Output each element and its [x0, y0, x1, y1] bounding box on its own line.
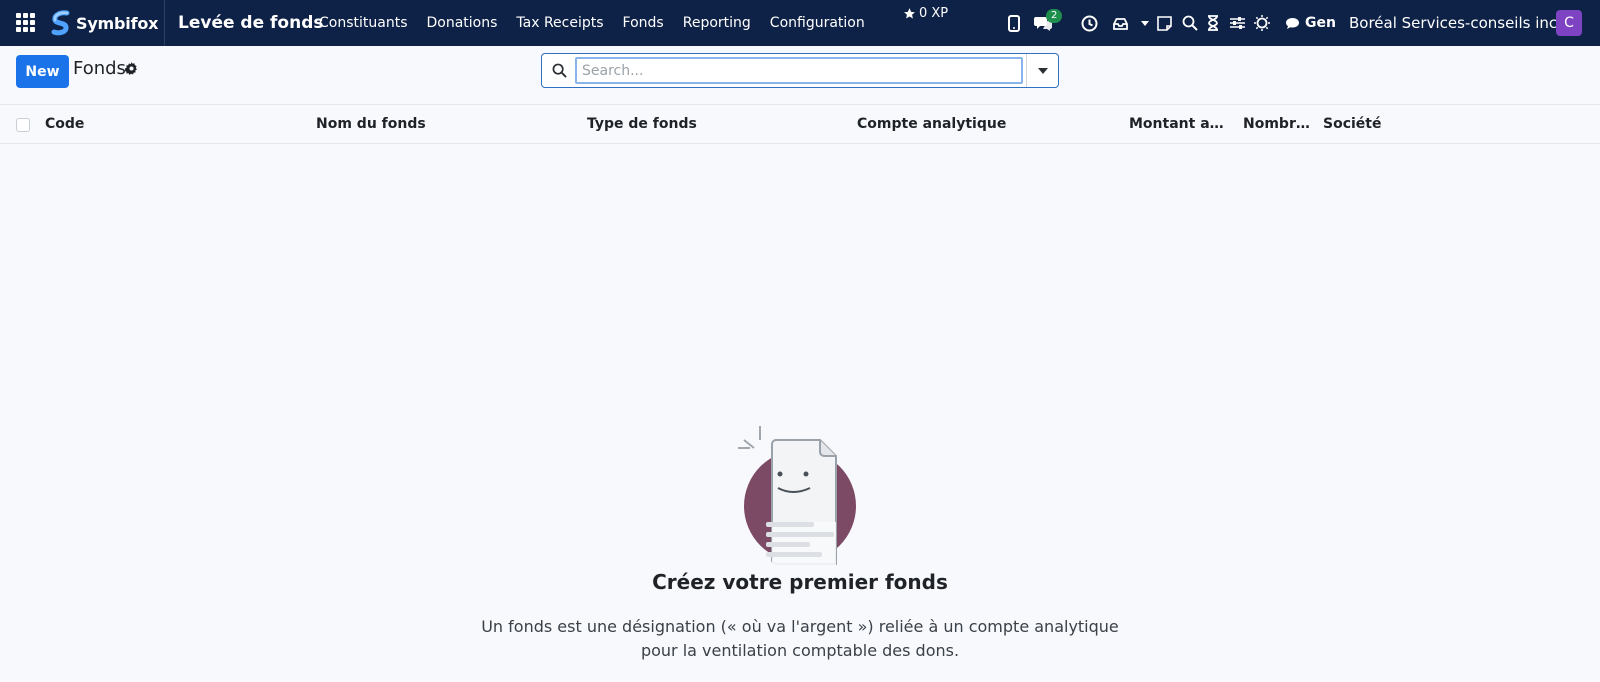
column-compte-analytique[interactable]: Compte analytique	[857, 105, 1107, 144]
column-nom-du-fonds[interactable]: Nom du fonds	[316, 105, 566, 144]
navbar-divider	[164, 0, 165, 46]
xp-counter[interactable]: 0 XP	[903, 6, 948, 21]
chat-button[interactable]: 2	[1034, 0, 1070, 46]
caret-down-icon	[1141, 20, 1149, 26]
star-icon	[904, 8, 915, 19]
menu-item-constituants[interactable]: Constituants	[319, 15, 407, 31]
gen-assistant-button[interactable]: Gen	[1285, 0, 1336, 46]
brand[interactable]: Symbifox	[50, 0, 158, 46]
search-icon	[552, 63, 567, 78]
select-all-checkbox[interactable]	[16, 118, 30, 132]
column-code[interactable]: Code	[45, 105, 295, 144]
breadcrumb-title: Fonds	[73, 58, 126, 79]
mobile-phone-icon	[1008, 14, 1020, 32]
sticky-note-icon	[1157, 15, 1172, 31]
empty-state-line-1: Un fonds est une désignation (« où va l'…	[481, 617, 1119, 636]
inbox-button[interactable]	[1113, 0, 1128, 46]
control-panel: New Fonds	[0, 46, 1600, 105]
search-options-toggle[interactable]	[1027, 54, 1058, 87]
timesheet-button[interactable]	[1207, 0, 1219, 46]
search-icon	[1182, 15, 1198, 31]
empty-document-icon	[738, 426, 856, 566]
menu-item-reporting[interactable]: Reporting	[683, 15, 751, 31]
chat-count-badge: 2	[1046, 9, 1063, 23]
menu-item-tax-receipts[interactable]: Tax Receipts	[516, 15, 603, 31]
column-type-de-fonds[interactable]: Type de fonds	[587, 105, 837, 144]
apps-grid-icon[interactable]	[16, 13, 36, 33]
inbox-icon	[1113, 17, 1128, 30]
activity-button[interactable]	[1081, 0, 1098, 46]
sliders-icon	[1230, 17, 1245, 29]
hourglass-icon	[1208, 15, 1218, 31]
gen-label: Gen	[1305, 15, 1336, 31]
brand-name: Symbifox	[76, 13, 159, 33]
search-input[interactable]	[575, 57, 1023, 84]
user-avatar[interactable]: C	[1556, 10, 1582, 36]
gear-icon[interactable]	[125, 62, 138, 75]
app-title[interactable]: Levée de fonds	[178, 0, 324, 46]
caret-down-icon	[1037, 67, 1048, 74]
empty-state-line-2: pour la ventilation comptable des dons.	[640, 641, 960, 660]
xp-value: 0 XP	[919, 6, 949, 21]
empty-state-title: Créez votre premier fonds	[652, 570, 948, 594]
main-menu: Constituants Donations Tax Receipts Fond…	[319, 0, 884, 46]
top-navbar: Symbifox Levée de fonds Constituants Don…	[0, 0, 1600, 46]
menu-item-fonds[interactable]: Fonds	[623, 15, 664, 31]
search-bar	[541, 53, 1059, 88]
settings-sliders-button[interactable]	[1230, 0, 1245, 46]
global-search-button[interactable]	[1182, 0, 1198, 46]
list-header: Code Nom du fonds Type de fonds Compte a…	[0, 105, 1600, 144]
notes-button[interactable]	[1157, 0, 1172, 46]
column-montant-amasse[interactable]: Montant amassé	[1129, 105, 1227, 144]
column-societe[interactable]: Société	[1323, 105, 1443, 144]
menu-item-donations[interactable]: Donations	[426, 15, 497, 31]
new-button[interactable]: New	[16, 55, 69, 88]
company-switcher[interactable]: Boréal Services-conseils inc.	[1349, 0, 1562, 46]
column-nombre-de-dons[interactable]: Nombre de dons	[1243, 105, 1311, 144]
clock-icon	[1081, 15, 1098, 31]
dropdown-toggle[interactable]	[1141, 0, 1149, 46]
mobile-button[interactable]	[1008, 0, 1020, 46]
menu-item-configuration[interactable]: Configuration	[770, 15, 865, 31]
comment-icon	[1286, 17, 1299, 29]
sun-icon	[1254, 15, 1270, 31]
symbifox-logo-icon	[51, 10, 70, 36]
theme-toggle-button[interactable]	[1254, 0, 1270, 46]
empty-state-description: Un fonds est une désignation (« où va l'…	[480, 615, 1120, 663]
